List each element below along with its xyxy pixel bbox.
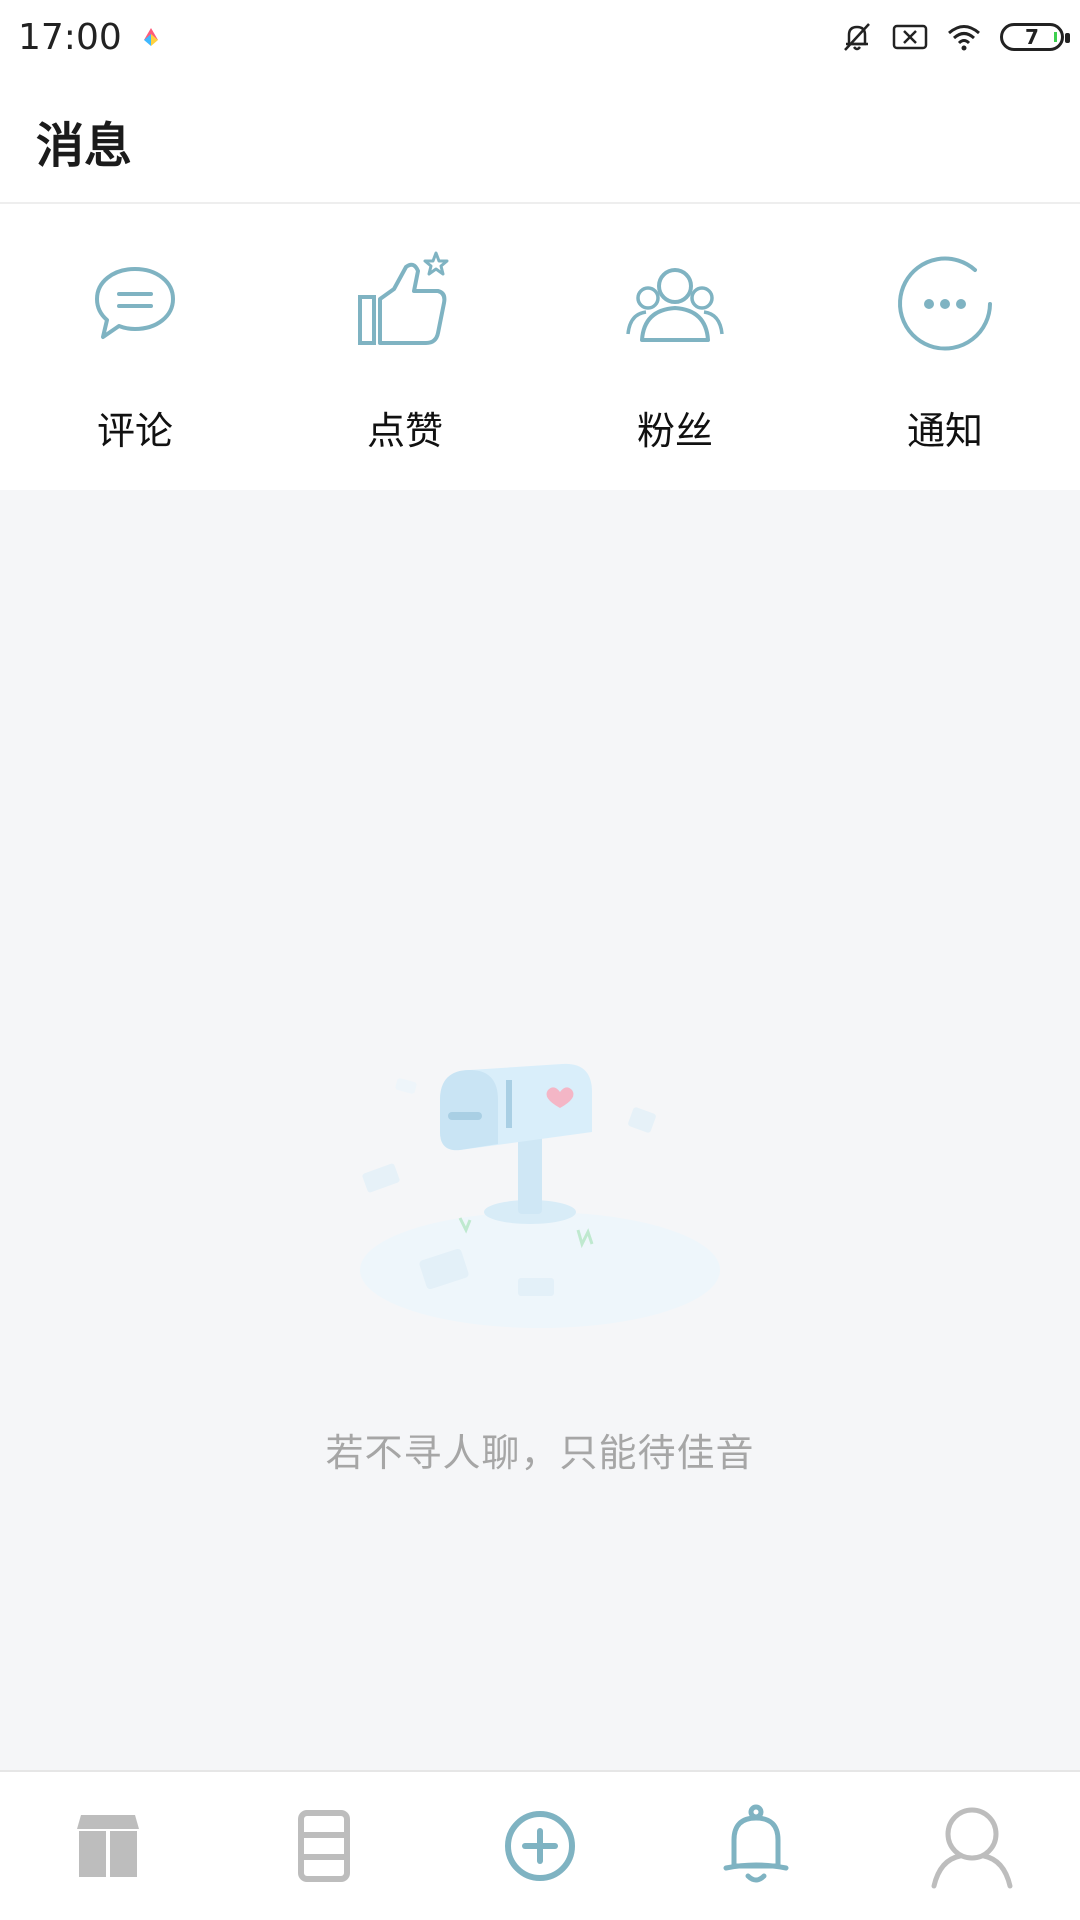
category-label: 评论 (96, 409, 173, 453)
page-title: 消息 (36, 118, 133, 174)
category-label: 通知 (906, 409, 983, 453)
category-fans[interactable]: 粉丝 (540, 204, 810, 490)
add-circle-icon (505, 1811, 575, 1881)
tab-messages[interactable] (648, 1772, 864, 1920)
mute-bell-icon (844, 23, 870, 51)
tab-add[interactable] (432, 1772, 648, 1920)
notification-more-icon (898, 256, 992, 351)
battery-level: 7 (1025, 25, 1039, 49)
category-label: 点赞 (366, 409, 443, 453)
status-time: 17:00 (18, 16, 122, 58)
fans-icon (626, 268, 724, 342)
app-logo-icon (143, 28, 158, 46)
category-comments[interactable]: 评论 (0, 204, 270, 490)
mailbox-illustration (360, 1063, 720, 1328)
bell-icon (723, 1804, 789, 1883)
thumbs-up-icon (358, 251, 449, 345)
tab-profile[interactable] (864, 1772, 1080, 1920)
home-box-icon (77, 1815, 139, 1877)
list-icon (298, 1810, 350, 1882)
category-label: 粉丝 (636, 409, 713, 453)
bottom-tab-bar (0, 1770, 1080, 1920)
status-left: 17:00 (18, 17, 162, 58)
comment-icon (95, 267, 175, 339)
empty-state-text: 若不寻人聊，只能待佳音 (325, 1431, 755, 1475)
wifi-icon (948, 25, 980, 51)
category-notifications[interactable]: 通知 (810, 204, 1080, 490)
battery-icon: 7 (1000, 23, 1070, 51)
message-categories: 评论 点赞 粉丝 通知 (0, 204, 1080, 490)
status-bar: 17:00 7 (0, 0, 1080, 74)
profile-icon (931, 1807, 1013, 1889)
status-right: 7 (840, 20, 1070, 54)
tab-list[interactable] (216, 1772, 432, 1920)
message-list-empty: 若不寻人聊，只能待佳音 (0, 490, 1080, 1770)
category-likes[interactable]: 点赞 (270, 204, 540, 490)
sim-x-icon (892, 24, 928, 50)
tab-home[interactable] (0, 1772, 216, 1920)
header: 消息 (0, 74, 1080, 204)
